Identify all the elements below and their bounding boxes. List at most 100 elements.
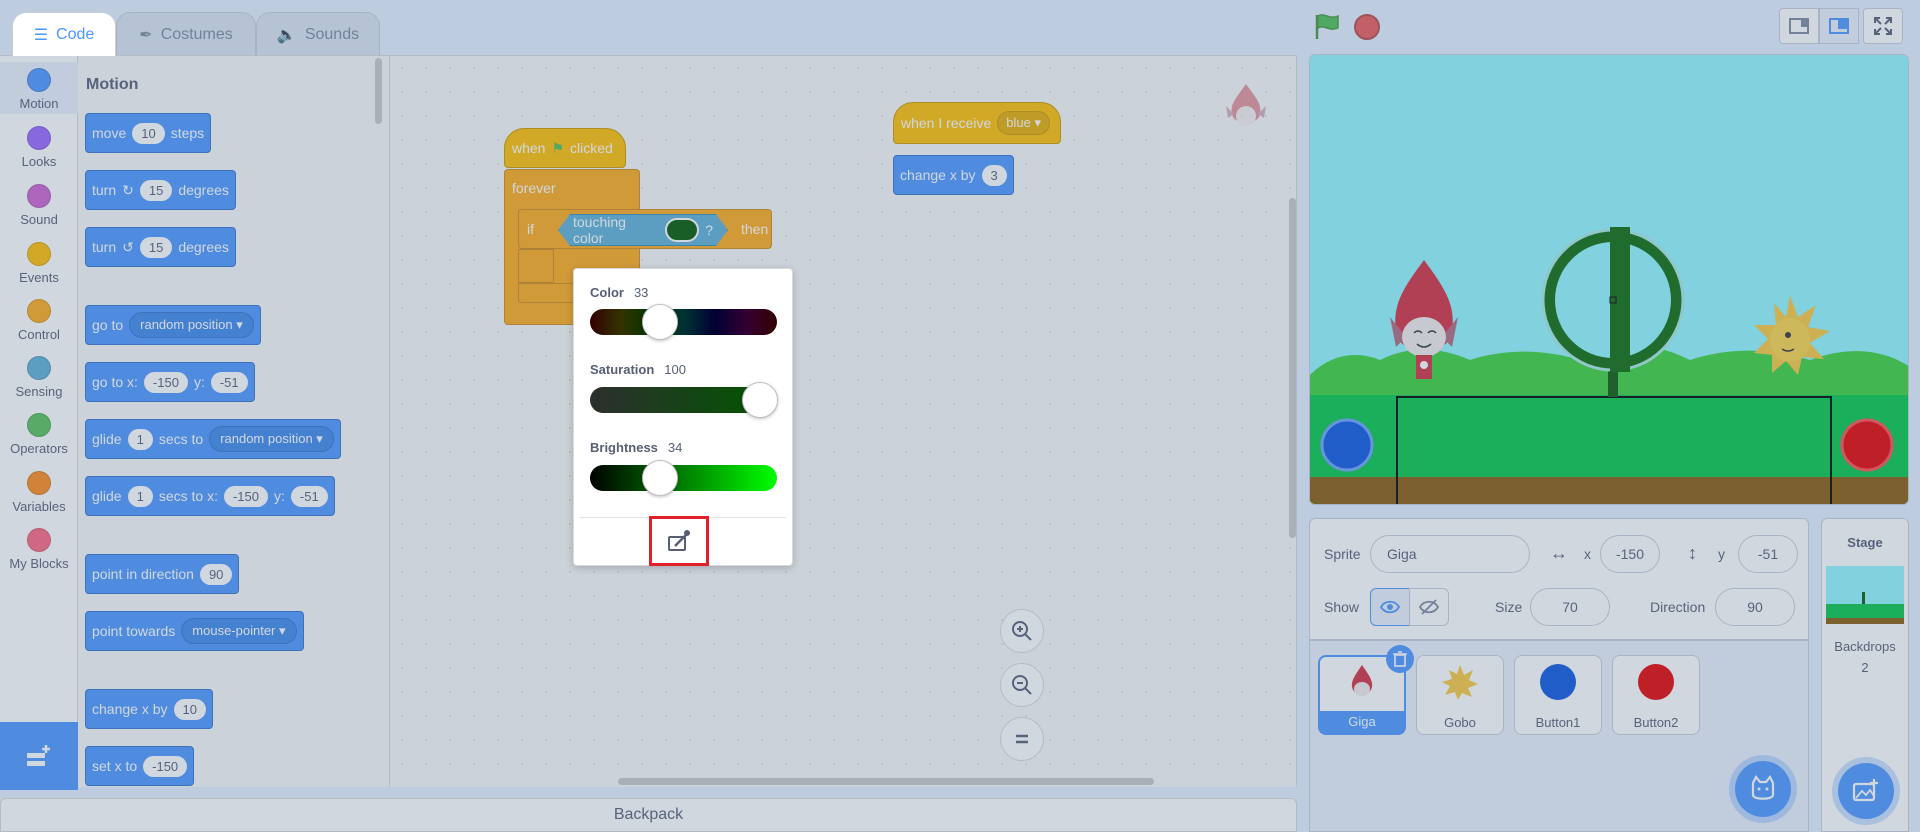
color-picker-popover[interactable]: Color 33 Saturation 100 Brightness 34 <box>573 268 793 566</box>
sprite-tile-giga[interactable]: Giga <box>1318 645 1414 735</box>
block-input[interactable]: 3 <box>981 164 1007 186</box>
target-dropdown[interactable]: random position ▾ <box>129 312 254 338</box>
equals-icon <box>1016 734 1028 744</box>
stage-panel[interactable]: Stage Backdrops 2 <box>1821 518 1909 832</box>
target-dropdown[interactable]: mouse-pointer ▾ <box>181 618 297 644</box>
set-x-block[interactable]: set x to -150 <box>85 746 195 786</box>
category-events[interactable]: Events <box>0 236 78 285</box>
block-input[interactable]: -51 <box>210 371 248 393</box>
sprite-tile-button2[interactable]: Button2 <box>1612 655 1700 735</box>
size-field[interactable]: 70 <box>1530 588 1610 626</box>
delete-sprite-button[interactable] <box>1386 645 1414 673</box>
sprite-tile-gobo[interactable]: Gobo <box>1416 655 1504 735</box>
choose-sprite-button[interactable] <box>1735 761 1791 817</box>
move-steps-block[interactable]: move 10 steps <box>85 113 212 153</box>
category-looks[interactable]: Looks <box>0 120 78 169</box>
zoom-out-button[interactable] <box>1000 663 1044 707</box>
change-x-script-block[interactable]: change x by 3 <box>893 155 1014 195</box>
category-control[interactable]: Control <box>0 293 78 342</box>
block-input[interactable]: -150 <box>223 485 268 507</box>
looks-dot-icon <box>27 126 51 150</box>
sprite-tile-button1[interactable]: Button1 <box>1514 655 1602 735</box>
block-input[interactable]: -150 <box>143 371 188 393</box>
block-text: when <box>512 140 546 156</box>
show-visible-button[interactable] <box>1370 588 1410 626</box>
block-input[interactable]: -51 <box>290 485 328 507</box>
motion-dot-icon <box>27 68 51 92</box>
normal-stage-button[interactable] <box>1819 8 1859 44</box>
go-to-block[interactable]: go to random position ▾ <box>85 305 261 345</box>
direction-field[interactable]: 90 <box>1715 588 1795 626</box>
add-extension-button[interactable] <box>0 722 78 790</box>
zoom-in-button[interactable] <box>1000 609 1044 653</box>
extension-icon <box>27 745 50 766</box>
block-input[interactable]: -150 <box>143 755 188 777</box>
block-input[interactable]: 10 <box>173 698 206 720</box>
control-dot-icon <box>27 299 51 323</box>
x-field[interactable]: -150 <box>1600 535 1660 573</box>
sprite-name-field[interactable]: Giga <box>1370 535 1530 573</box>
color-slider[interactable] <box>590 304 777 340</box>
category-sound[interactable]: Sound <box>0 178 78 227</box>
tab-sounds-label: Sounds <box>304 25 360 43</box>
palette-scrollbar[interactable] <box>375 58 382 124</box>
turn-left-block[interactable]: turn ↺ 15 degrees <box>85 227 236 267</box>
y-field[interactable]: -51 <box>1738 535 1798 573</box>
glide-to-block[interactable]: glide 1 secs to random position ▾ <box>85 419 341 459</box>
tab-sounds[interactable]: 🔈 Sounds <box>256 12 380 56</box>
color-label: Color 33 <box>590 285 648 300</box>
block-input[interactable]: 15 <box>139 179 173 201</box>
choose-backdrop-button[interactable] <box>1838 763 1894 819</box>
block-input[interactable]: 90 <box>199 563 233 585</box>
sprite-name: Button1 <box>1535 715 1581 730</box>
block-input[interactable]: 10 <box>132 122 165 144</box>
category-label: Operators <box>10 441 68 456</box>
when-flag-clicked-block[interactable]: when ⚑ clicked <box>504 128 626 168</box>
saturation-slider[interactable] <box>590 382 778 418</box>
script-area-vertical-scrollbar[interactable] <box>1289 198 1296 538</box>
show-hidden-button[interactable] <box>1409 588 1449 626</box>
cat-plus-icon <box>1751 775 1775 800</box>
script-area-horizontal-scrollbar[interactable] <box>618 778 1154 785</box>
normal-stage-icon <box>1829 18 1849 34</box>
block-input[interactable]: 1 <box>127 428 153 450</box>
category-label: Sound <box>20 212 58 227</box>
block-text: if <box>527 221 534 237</box>
zoom-reset-button[interactable] <box>1000 717 1044 761</box>
when-i-receive-block[interactable]: when I receive blue ▾ <box>893 102 1061 144</box>
tab-costumes[interactable]: ✒ Costumes <box>116 12 256 56</box>
small-stage-button[interactable] <box>1779 8 1819 44</box>
category-sensing[interactable]: Sensing <box>0 350 78 399</box>
backpack-bar[interactable]: Backpack <box>0 798 1297 832</box>
color-slider-thumb[interactable] <box>642 304 678 340</box>
color-swatch[interactable] <box>665 218 699 242</box>
fullscreen-button[interactable] <box>1863 8 1903 44</box>
go-to-xy-block[interactable]: go to x: -150 y: -51 <box>85 362 255 402</box>
block-palette: Motion move 10 steps turn ↻ 15 degrees t… <box>78 55 390 787</box>
point-in-direction-block[interactable]: point in direction 90 <box>85 554 240 594</box>
variables-dot-icon <box>27 471 51 495</box>
stage-canvas[interactable] <box>1309 54 1909 505</box>
green-flag-button[interactable] <box>1312 12 1342 40</box>
block-input[interactable]: 15 <box>139 236 173 258</box>
block-text: set x to <box>92 758 138 774</box>
script-area[interactable]: when ⚑ clicked forever if then touching … <box>390 55 1297 787</box>
brightness-slider-thumb[interactable] <box>642 460 678 496</box>
category-operators[interactable]: Operators <box>0 407 78 456</box>
saturation-slider-thumb[interactable] <box>742 382 778 418</box>
change-x-block[interactable]: change x by 10 <box>85 689 213 729</box>
tab-code[interactable]: ☰ Code <box>12 12 116 56</box>
turn-right-block[interactable]: turn ↻ 15 degrees <box>85 170 236 210</box>
brightness-slider[interactable] <box>590 460 777 496</box>
stop-button[interactable] <box>1354 14 1380 40</box>
point-towards-block[interactable]: point towards mouse-pointer ▾ <box>85 611 304 651</box>
category-my-blocks[interactable]: My Blocks <box>0 522 78 571</box>
block-input[interactable]: 1 <box>127 485 153 507</box>
category-motion[interactable]: Motion <box>0 62 78 114</box>
touching-color-block[interactable]: touching color ? <box>558 214 728 246</box>
target-dropdown[interactable]: random position ▾ <box>209 426 334 452</box>
category-variables[interactable]: Variables <box>0 465 78 514</box>
message-dropdown[interactable]: blue ▾ <box>997 111 1050 135</box>
eyedropper-button[interactable] <box>649 516 709 566</box>
glide-to-xy-block[interactable]: glide 1 secs to x: -150 y: -51 <box>85 476 335 516</box>
